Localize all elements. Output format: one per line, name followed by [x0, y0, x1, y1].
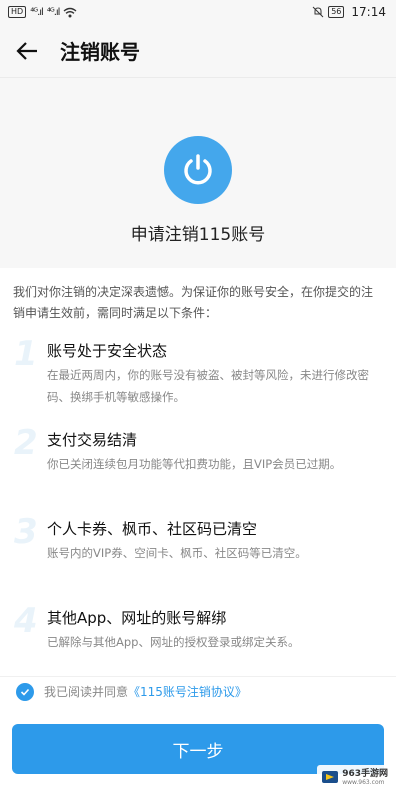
wifi-icon	[63, 7, 77, 17]
watermark-text: 963手游网	[342, 768, 388, 779]
watermark: 963手游网 www.963.com	[317, 765, 392, 789]
signal-icon-2: ⁴ᴳ.ıl	[46, 6, 61, 18]
condition-desc: 你已关闭连续包月功能等代扣费功能，且VIP会员已过期。	[47, 457, 342, 471]
condition-desc: 账号内的VIP券、空间卡、枫币、社区码等已清空。	[47, 546, 307, 560]
checkbox-checked-icon[interactable]	[16, 682, 34, 701]
power-icon	[164, 136, 232, 204]
hero-section: 申请注销115账号	[0, 78, 396, 268]
arrow-left-icon[interactable]	[14, 38, 40, 64]
signal-icon: ⁴ᴳ.ıl	[30, 6, 44, 18]
status-time: 17:14	[351, 5, 386, 19]
condition-title: 其他App、网址的账号解绑	[47, 609, 227, 627]
condition-number: 1	[14, 334, 38, 374]
conditions-list: 1 账号处于安全状态 在最近两周内，你的账号没有被盗、被封等风险，未进行修改密码…	[0, 324, 396, 692]
mute-bell-icon	[312, 6, 324, 18]
agreement-row: 我已阅读并同意 《115账号注销协议》	[0, 676, 396, 706]
condition-item: 1 账号处于安全状态 在最近两周内，你的账号没有被盗、被封等风险，未进行修改密码…	[0, 334, 396, 425]
nav-bar: 注销账号	[0, 24, 396, 78]
watermark-sub: www.963.com	[342, 778, 385, 786]
condition-number: 4	[14, 601, 38, 641]
battery-icon: 56	[328, 6, 345, 18]
condition-desc: 已解除与其他App、网址的授权登录或绑定关系。	[47, 635, 300, 649]
agreement-link[interactable]: 《115账号注销协议》	[128, 683, 247, 700]
condition-number: 3	[14, 512, 38, 552]
hero-title: 申请注销115账号	[130, 225, 266, 245]
status-bar: HD ⁴ᴳ.ıl ⁴ᴳ.ıl 56 17:14	[0, 0, 396, 24]
page-title: 注销账号	[60, 40, 140, 64]
condition-title: 支付交易结清	[47, 431, 138, 449]
condition-title: 个人卡券、枫币、社区码已清空	[47, 520, 258, 538]
status-right: 56 17:14	[312, 5, 386, 19]
watermark-text-block: 963手游网 www.963.com	[342, 769, 388, 786]
status-left: HD ⁴ᴳ.ıl ⁴ᴳ.ıl	[8, 6, 77, 18]
condition-title: 账号处于安全状态	[47, 342, 168, 360]
intro-text: 我们对你注销的决定深表遗憾。为保证你的账号安全，在你提交的注销申请生效前，需同时…	[13, 285, 374, 320]
condition-item: 2 支付交易结清 你已关闭连续包月功能等代扣费功能，且VIP会员已过期。	[0, 423, 396, 514]
condition-desc: 在最近两周内，你的账号没有被盗、被封等风险，未进行修改密码、换绑手机等敏感操作。	[47, 368, 369, 404]
agreement-label: 我已阅读并同意	[44, 685, 129, 699]
watermark-logo-icon	[322, 771, 339, 783]
condition-number: 2	[14, 423, 38, 463]
condition-item: 3 个人卡券、枫币、社区码已清空 账号内的VIP券、空间卡、枫币、社区码等已清空…	[0, 512, 396, 603]
hd-badge: HD	[8, 6, 27, 18]
